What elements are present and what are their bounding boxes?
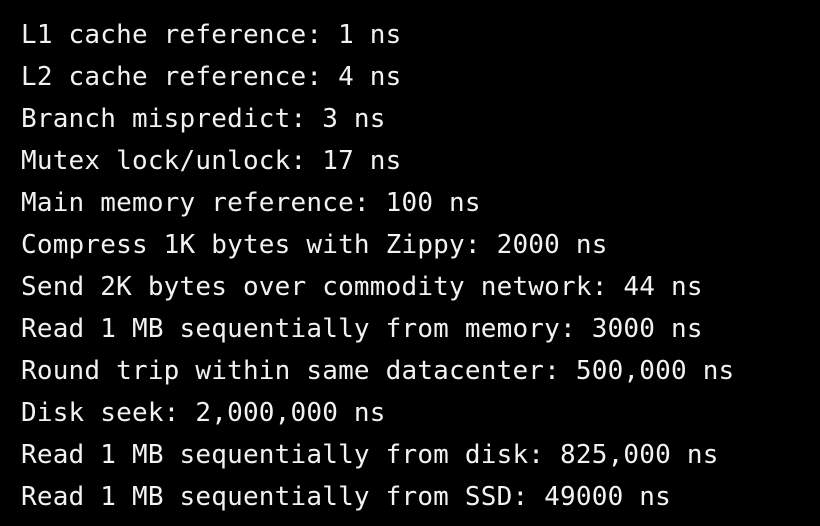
- output-line: Compress 1K bytes with Zippy: 2000 ns: [21, 230, 608, 260]
- terminal-output: L1 cache reference: 1 ns L2 cache refere…: [0, 0, 820, 526]
- output-line: Read 1 MB sequentially from SSD: 49000 n…: [21, 482, 671, 512]
- output-line: Main memory reference: 100 ns: [21, 188, 481, 218]
- output-line: L2 cache reference: 4 ns: [21, 62, 402, 92]
- output-line: Read 1 MB sequentially from disk: 825,00…: [21, 440, 719, 470]
- output-line: Branch mispredict: 3 ns: [21, 104, 386, 134]
- output-line: Send 2K bytes over commodity network: 44…: [21, 272, 703, 302]
- output-line: Round trip within same datacenter: 500,0…: [21, 356, 735, 386]
- output-line: Disk seek: 2,000,000 ns: [21, 398, 386, 428]
- output-line: Read 1 MB sequentially from memory: 3000…: [21, 314, 703, 344]
- output-line: L1 cache reference: 1 ns: [21, 20, 402, 50]
- output-line: Mutex lock/unlock: 17 ns: [21, 146, 402, 176]
